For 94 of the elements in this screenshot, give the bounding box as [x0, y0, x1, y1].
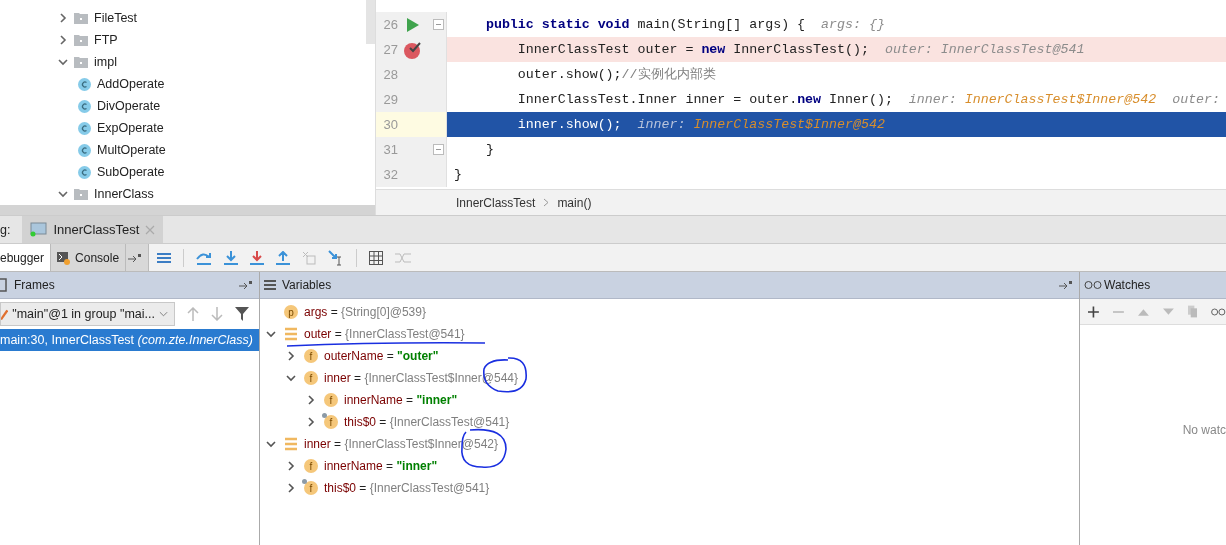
- class-icon: [78, 99, 91, 113]
- code-line: InnerClassTest.Inner inner = outer.new Inner(); inner: InnerClassTest$Inner@542 outer:: [516, 91, 1222, 109]
- step-over-icon[interactable]: [196, 250, 213, 265]
- variable-entry[interactable]: outerName = "outer": [324, 349, 439, 363]
- calculator-icon[interactable]: [369, 250, 384, 265]
- run-icon[interactable]: [407, 17, 419, 32]
- step-out-icon[interactable]: [276, 250, 291, 265]
- code-line: public static void main(String[] args) { args: {}: [484, 16, 886, 34]
- caret-icon: [158, 311, 168, 317]
- class-icon: [78, 121, 91, 135]
- code-line: outer.show();//实例化内部类: [516, 66, 717, 84]
- chevron-icon[interactable]: [286, 461, 296, 471]
- session-tab[interactable]: InnerClassTest: [22, 216, 164, 243]
- tree-item[interactable]: impl: [94, 55, 117, 69]
- folder-icon: [74, 188, 88, 200]
- tree-item[interactable]: DivOperate: [97, 99, 161, 113]
- console-window-icon: [30, 222, 48, 237]
- variable-entry[interactable]: this$0 = {InnerClassTest@541}: [324, 481, 490, 495]
- glasses-icon: [1084, 281, 1102, 289]
- pin-icon[interactable]: [126, 244, 150, 271]
- frames-icon: [0, 278, 8, 292]
- folder-icon: [74, 56, 88, 68]
- line-number: 30: [382, 117, 398, 132]
- debugger-tab[interactable]: Console: [51, 244, 127, 271]
- code-line: }: [453, 166, 463, 184]
- add-icon[interactable]: [1088, 305, 1099, 318]
- line-number: 28: [382, 67, 398, 82]
- breakpoint-icon[interactable]: [404, 40, 422, 59]
- list-icon: [264, 279, 276, 291]
- glasses-icon[interactable]: [1211, 307, 1226, 316]
- pencil-icon: [1, 308, 9, 320]
- tree-item[interactable]: MultOperate: [97, 143, 166, 157]
- parameter-icon: p: [284, 305, 298, 319]
- field-icon: f: [304, 349, 318, 363]
- folder-icon: [74, 12, 88, 24]
- fold-icon[interactable]: [433, 19, 444, 30]
- empty-message: No watc: [1182, 423, 1226, 437]
- chevron-icon[interactable]: [286, 351, 296, 361]
- chevron-icon[interactable]: [286, 373, 296, 383]
- variable-entry[interactable]: outer = {InnerClassTest@541}: [304, 327, 465, 341]
- menu-icon[interactable]: [157, 251, 172, 264]
- chevron-icon[interactable]: [306, 417, 316, 427]
- panel-title: Watches: [1104, 278, 1151, 292]
- debugger-tab[interactable]: ebugger: [0, 244, 52, 271]
- breadcrumb-item[interactable]: InnerClassTest: [456, 195, 536, 210]
- chevron-icon[interactable]: [58, 13, 68, 23]
- code-line: }: [484, 141, 495, 159]
- chevron-icon[interactable]: [58, 189, 68, 199]
- folder-icon: [74, 34, 88, 46]
- console-icon: [57, 250, 72, 265]
- field-icon: f: [304, 371, 318, 385]
- tree-item[interactable]: FTP: [94, 33, 118, 47]
- variable-entry[interactable]: this$0 = {InnerClassTest@541}: [344, 415, 510, 429]
- line-number: 31: [382, 142, 398, 157]
- variable-entry[interactable]: innerName = "inner": [344, 393, 458, 407]
- chevron-icon[interactable]: [58, 35, 68, 45]
- chevron-icon[interactable]: [266, 329, 276, 339]
- variable-entry[interactable]: args = {String[0]@539}: [304, 305, 426, 319]
- local-variable-icon: [284, 437, 298, 451]
- filter-icon[interactable]: [235, 307, 249, 321]
- tree-item[interactable]: InnerClass: [94, 187, 154, 201]
- stack-frame[interactable]: main:30, InnerClassTest (com.zte.InnerClass): [0, 329, 259, 351]
- scrollbar-thumb[interactable]: [366, 0, 375, 44]
- tree-item[interactable]: AddOperate: [97, 77, 165, 91]
- step-into-icon[interactable]: [224, 250, 239, 265]
- line-number: 26: [382, 17, 398, 32]
- class-icon: [78, 77, 91, 91]
- chevron-icon[interactable]: [266, 439, 276, 449]
- field-icon: f: [324, 415, 338, 429]
- variable-entry[interactable]: innerName = "inner": [324, 459, 438, 473]
- panel-label: g:: [0, 221, 12, 239]
- tree-item[interactable]: SubOperate: [97, 165, 165, 179]
- local-variable-icon: [284, 327, 298, 341]
- pin-icon[interactable]: [1059, 280, 1073, 290]
- line-number: 32: [382, 167, 398, 182]
- breadcrumb-item[interactable]: main(): [557, 195, 592, 210]
- line-number: 29: [382, 92, 398, 107]
- pin-icon[interactable]: [239, 280, 253, 290]
- tree-item[interactable]: FileTest: [94, 11, 138, 25]
- panel-title: Variables: [282, 278, 332, 292]
- line-number: 27: [382, 42, 398, 57]
- chevron-icon[interactable]: [306, 395, 316, 405]
- chevron-icon[interactable]: [58, 57, 68, 67]
- force-step-into-icon[interactable]: [250, 250, 265, 265]
- field-icon: f: [304, 481, 318, 495]
- panel-title: Frames: [14, 278, 55, 292]
- class-icon: [78, 165, 91, 179]
- chevron-icon[interactable]: [286, 483, 296, 493]
- fold-icon[interactable]: [433, 144, 444, 155]
- tree-item[interactable]: ExpOperate: [97, 121, 164, 135]
- field-icon: f: [304, 459, 318, 473]
- thread-dropdown[interactable]: "main"@1 in group "mai...: [0, 302, 175, 326]
- class-icon: [78, 143, 91, 157]
- field-icon: f: [324, 393, 338, 407]
